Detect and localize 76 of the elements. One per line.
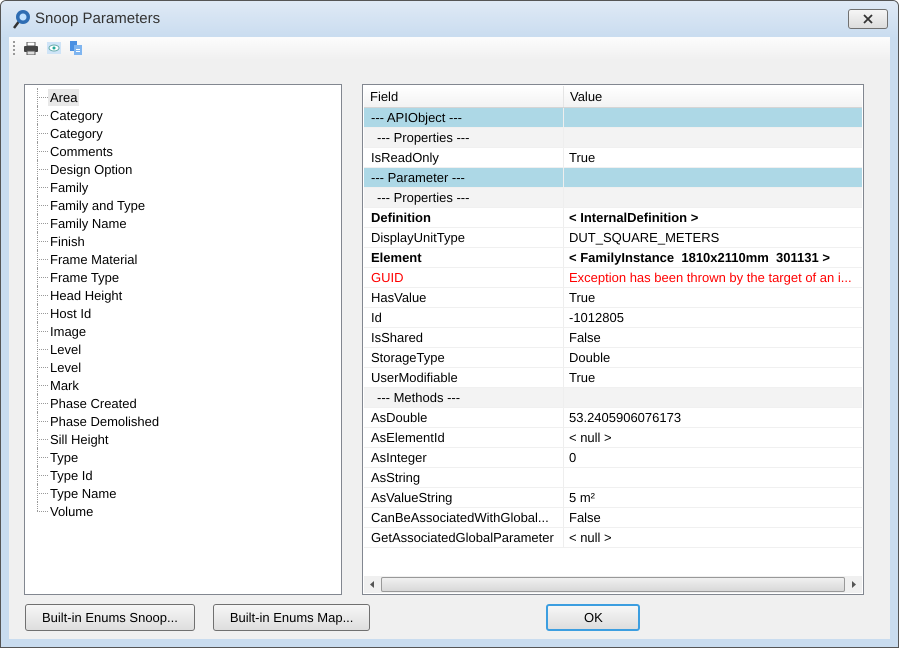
- tree-item[interactable]: Finish: [48, 232, 87, 250]
- field-cell: IsReadOnly: [364, 148, 564, 167]
- field-cell: GetAssociatedGlobalParameter: [364, 528, 564, 547]
- value-cell-text: < InternalDefinition >: [568, 208, 700, 227]
- close-button[interactable]: [848, 9, 888, 29]
- tree-item[interactable]: Volume: [48, 502, 96, 520]
- tree-item[interactable]: Type: [48, 448, 80, 466]
- field-cell: --- Properties ---: [364, 128, 564, 147]
- value-cell-text: -1012805: [568, 308, 625, 327]
- tree-item[interactable]: Type Name: [48, 484, 118, 502]
- value-cell-text: True: [568, 148, 596, 167]
- tree-item[interactable]: Phase Created: [48, 394, 139, 412]
- tree-item[interactable]: Sill Height: [48, 430, 111, 448]
- enum-button[interactable]: Built-in Enums Snoop...: [25, 604, 195, 631]
- value-cell-text: True: [568, 368, 596, 387]
- tree-item[interactable]: Image: [48, 322, 88, 340]
- ok-button[interactable]: OK: [546, 604, 640, 631]
- field-cell: AsValueString: [364, 488, 564, 507]
- tree-item[interactable]: Family: [48, 178, 90, 196]
- field-cell: AsString: [364, 468, 564, 487]
- close-icon: [863, 14, 873, 24]
- value-cell-text: DUT_SQUARE_METERS: [568, 228, 720, 247]
- value-cell-text: < null >: [568, 528, 613, 547]
- field-cell: Definition: [364, 208, 564, 227]
- tree-item[interactable]: Category: [48, 124, 105, 142]
- field-cell: Id: [364, 308, 564, 327]
- value-cell-text: False: [568, 508, 602, 527]
- tree-item[interactable]: Frame Material: [48, 250, 140, 268]
- field-cell: AsElementId: [364, 428, 564, 447]
- magnifier-icon: [13, 9, 31, 29]
- enum-button[interactable]: Built-in Enums Map...: [212, 604, 370, 631]
- field-cell: CanBeAssociatedWithGlobal...: [364, 508, 564, 527]
- column-header[interactable]: Value: [564, 86, 862, 107]
- field-cell: --- APIObject ---: [364, 108, 564, 127]
- value-cell-text: < FamilyInstance 1810x2110mm 301131 >: [568, 248, 831, 267]
- value-cell-text: 5 m²: [568, 488, 596, 507]
- field-cell: --- Methods ---: [364, 388, 564, 407]
- tree-item[interactable]: Category: [48, 106, 105, 124]
- field-cell: --- Parameter ---: [364, 168, 564, 187]
- column-header[interactable]: Field: [364, 86, 564, 107]
- tree-item[interactable]: Head Height: [48, 286, 124, 304]
- value-cell-text: Exception has been thrown by the target of an i...: [568, 268, 853, 287]
- tree-item[interactable]: Area: [48, 88, 80, 106]
- value-cell-text: True: [568, 288, 596, 307]
- tree-item[interactable]: Phase Demolished: [48, 412, 162, 430]
- tree-item[interactable]: Type Id: [48, 466, 95, 484]
- horizontal-scrollbar[interactable]: [364, 576, 862, 593]
- window-title: Snoop Parameters: [35, 8, 160, 29]
- field-cell: DisplayUnitType: [364, 228, 564, 247]
- tree-item[interactable]: Comments: [48, 142, 115, 160]
- field-cell: Element: [364, 248, 564, 267]
- field-cell: IsShared: [364, 328, 564, 347]
- field-cell: --- Properties ---: [364, 188, 564, 207]
- tree-item[interactable]: Family and Type: [48, 196, 148, 214]
- scrollbar-thumb[interactable]: [381, 577, 845, 592]
- value-cell-text: 53.2405906076173: [568, 408, 682, 427]
- value-cell-text: < null >: [568, 428, 613, 447]
- tree-item[interactable]: Design Option: [48, 160, 134, 178]
- value-cell-text: False: [568, 328, 602, 347]
- tree-item[interactable]: Family Name: [48, 214, 129, 232]
- documents-icon[interactable]: [70, 41, 82, 55]
- eye-icon[interactable]: [47, 42, 61, 54]
- field-cell: HasValue: [364, 288, 564, 307]
- value-cell-text: 0: [568, 448, 578, 467]
- tree-item[interactable]: Level: [48, 340, 84, 358]
- field-cell: AsInteger: [364, 448, 564, 467]
- tree-item[interactable]: Host Id: [48, 304, 94, 322]
- field-cell: StorageType: [364, 348, 564, 367]
- field-cell: UserModifiable: [364, 368, 564, 387]
- tree-item[interactable]: Level: [48, 358, 84, 376]
- field-cell: GUID: [364, 268, 564, 287]
- tree-item[interactable]: Mark: [48, 376, 81, 394]
- field-cell: AsDouble: [364, 408, 564, 427]
- value-cell-text: Double: [568, 348, 612, 367]
- printer-icon[interactable]: [24, 42, 38, 54]
- tree-item[interactable]: Frame Type: [48, 268, 122, 286]
